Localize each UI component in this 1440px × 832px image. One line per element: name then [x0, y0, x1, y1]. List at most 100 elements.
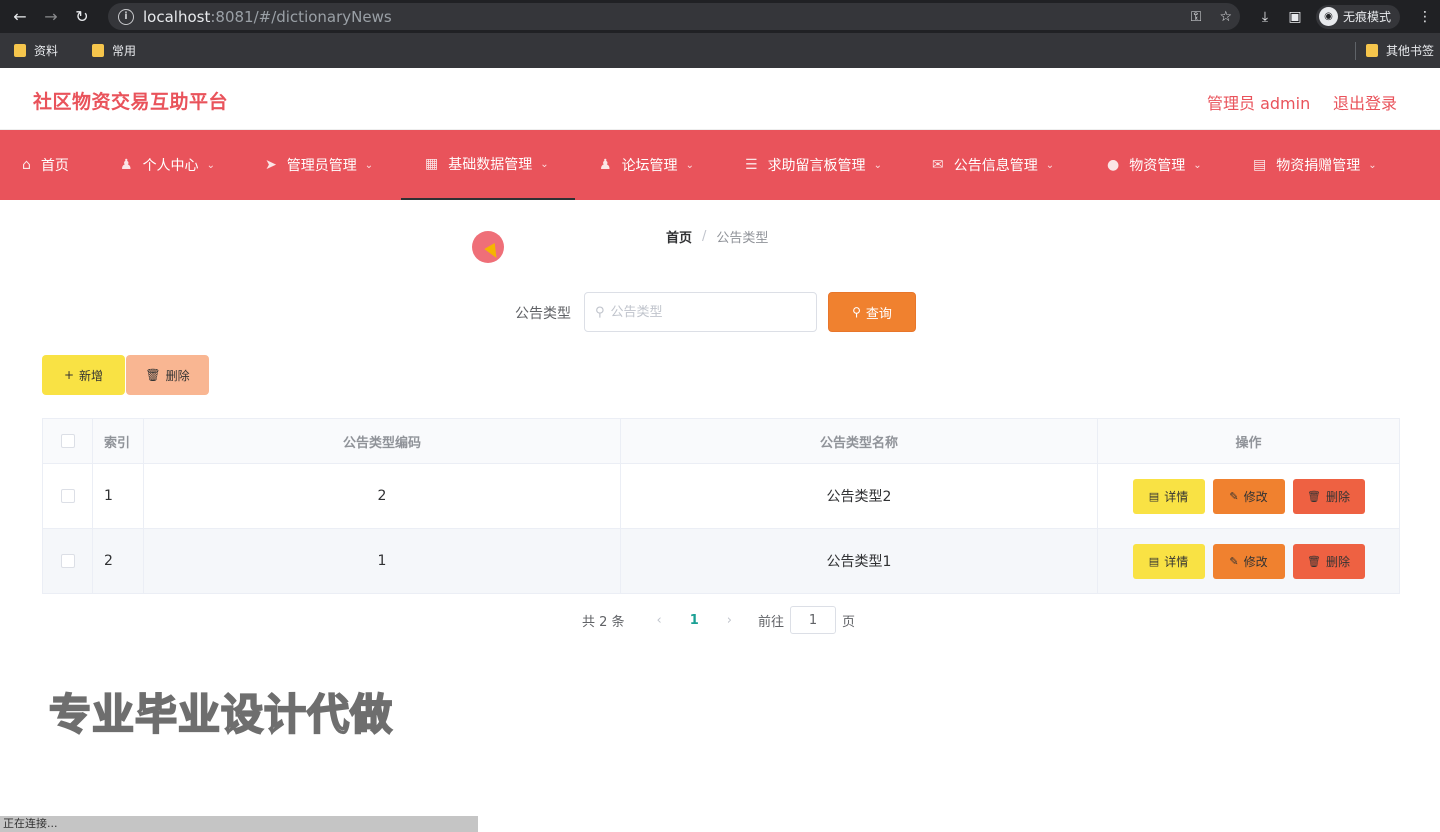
page-number-current[interactable]: 1 [690, 613, 699, 628]
trash-icon: 🗑 [145, 368, 161, 382]
menu-item-personal-center[interactable]: ♟ 个人中心 ⌄ [120, 130, 215, 200]
chevron-down-icon: ⌄ [206, 159, 215, 171]
detail-button[interactable]: ▤ 详情 [1132, 543, 1205, 579]
home-icon: ⌂ [22, 157, 31, 173]
bookmark-folder-other[interactable]: 其他书签 [1365, 42, 1434, 59]
table-row: 1 2 公告类型2 ▤ 详情 ✎ 修改 🗑 删除 [43, 464, 1399, 529]
search-input-wrapper[interactable]: ⚲ [584, 292, 817, 332]
search-icon: ⚲ [595, 304, 605, 320]
table-row: 2 1 公告类型1 ▤ 详情 ✎ 修改 🗑 删除 [43, 529, 1399, 593]
incognito-icon: ◉ [1318, 7, 1338, 26]
download-icon[interactable]: ⤓ [1250, 9, 1280, 25]
folder-icon: ✉ [932, 157, 944, 173]
key-icon[interactable]: ⚿ [1191, 9, 1202, 25]
header-code: 公告类型编码 [144, 419, 621, 463]
bookmark-folder-changyong[interactable]: 常用 [92, 42, 136, 59]
plus-icon: + [63, 368, 75, 382]
trash-icon: 🗑 [1307, 489, 1321, 503]
breadcrumb-home[interactable]: 首页 [666, 227, 692, 246]
menu-item-forum[interactable]: ♟ 论坛管理 ⌄ [599, 130, 694, 200]
location-icon: ● [1107, 157, 1120, 173]
list-icon: ☰ [745, 157, 758, 173]
chevron-right-icon[interactable]: › [727, 613, 732, 628]
breadcrumb-current: 公告类型 [716, 231, 769, 246]
chevron-down-icon: ⌄ [1045, 159, 1055, 171]
image-icon: ▤ [1253, 157, 1267, 173]
cell-code: 1 [144, 529, 621, 593]
browser-status-bar: 正在连接... [0, 816, 478, 832]
add-button[interactable]: + 新增 [42, 355, 125, 395]
batch-delete-button[interactable]: 🗑 删除 [126, 355, 209, 395]
chevron-down-icon: ⌄ [540, 158, 549, 170]
menu-item-home[interactable]: ⌂ 首页 [22, 130, 69, 200]
site-info-icon[interactable]: i [118, 8, 134, 25]
row-checkbox[interactable] [60, 489, 75, 503]
edit-button[interactable]: ✎ 修改 [1212, 478, 1285, 514]
user-icon: ♟ [120, 157, 133, 173]
document-icon: ▤ [1148, 554, 1160, 568]
chevron-down-icon: ⌄ [873, 159, 882, 171]
breadcrumb-separator: / [702, 229, 707, 244]
logout-link[interactable]: 退出登录 [1333, 90, 1397, 114]
edit-button[interactable]: ✎ 修改 [1212, 543, 1285, 579]
folder-icon [14, 44, 26, 57]
bookmark-folder-ziliao[interactable]: 资料 [14, 42, 58, 59]
page-suffix-label: 页 [842, 614, 856, 630]
detail-button[interactable]: ▤ 详情 [1132, 478, 1205, 514]
delete-button[interactable]: 🗑 删除 [1292, 543, 1365, 579]
trash-icon: 🗑 [1307, 554, 1321, 568]
cell-index: 2 [93, 529, 144, 593]
header-operations: 操作 [1235, 435, 1262, 451]
app-header: 社区物资交易互助平台 管理员 admin 退出登录 [0, 68, 1440, 130]
main-nav-menu: ⌂ 首页 ♟ 个人中心 ⌄ ➤ 管理员管理 ⌄ ▦ 基础数据管理 ⌄ ♟ 论坛管… [0, 130, 1440, 200]
menu-item-help-board[interactable]: ☰ 求助留言板管理 ⌄ [745, 130, 882, 200]
bookmarks-bar: 资料 常用 其他书签 [0, 33, 1440, 68]
back-arrow-icon[interactable]: ← [9, 6, 31, 28]
send-icon: ➤ [265, 157, 277, 173]
menu-item-donation[interactable]: ▤ 物资捐赠管理 ⌄ [1253, 130, 1377, 200]
cell-index: 1 [93, 464, 144, 528]
chevron-down-icon: ⌄ [1368, 159, 1377, 171]
table-header-row: 索引 公告类型编码 公告类型名称 操作 [43, 419, 1399, 464]
query-button[interactable]: ⚲ 查询 [828, 292, 916, 332]
watermark-text: 专业毕业设计代做 [48, 689, 394, 740]
app-title: 社区物资交易互助平台 [33, 91, 229, 113]
user-icon: ♟ [599, 157, 612, 173]
menu-item-notice[interactable]: ✉ 公告信息管理 ⌄ [932, 130, 1054, 200]
menu-item-admin-management[interactable]: ➤ 管理员管理 ⌄ [265, 130, 373, 200]
search-label: 公告类型 [515, 306, 571, 322]
address-bar[interactable]: i localhost:8081/#/dictionaryNews ⚿ ☆ [108, 3, 1240, 30]
menu-item-goods[interactable]: ● 物资管理 ⌄ [1107, 130, 1202, 200]
edit-icon: ✎ [1229, 554, 1239, 568]
search-input[interactable] [610, 304, 801, 320]
browser-toolbar: ← → ↻ i localhost:8081/#/dictionaryNews … [0, 0, 1440, 33]
grid-icon: ▦ [425, 156, 439, 172]
url-text[interactable]: localhost:8081/#/dictionaryNews [143, 8, 392, 26]
reload-icon[interactable]: ↻ [71, 6, 93, 28]
chevron-down-icon: ⌄ [1193, 159, 1202, 171]
cell-name: 公告类型2 [621, 464, 1098, 528]
chevron-down-icon: ⌄ [364, 159, 374, 171]
header-name: 公告类型名称 [621, 419, 1098, 463]
pagination: 共 2 条 ‹ 1 › 前往 1 页 [582, 606, 855, 634]
edit-icon: ✎ [1229, 489, 1239, 503]
sidepanel-icon[interactable]: ▣ [1280, 9, 1310, 25]
search-icon: ⚲ [852, 305, 861, 319]
cell-code: 2 [144, 464, 621, 528]
incognito-badge[interactable]: ◉ 无痕模式 [1315, 4, 1400, 29]
pagination-total: 共 2 条 [582, 614, 625, 630]
cell-name: 公告类型1 [621, 529, 1098, 593]
menu-dots-icon[interactable]: ⋮ [1410, 9, 1440, 25]
folder-icon [92, 44, 105, 57]
chevron-left-icon[interactable]: ‹ [657, 613, 662, 628]
row-checkbox[interactable] [60, 554, 75, 568]
goto-label: 前往 [758, 614, 785, 630]
delete-button[interactable]: 🗑 删除 [1292, 478, 1365, 514]
select-all-checkbox[interactable] [60, 434, 75, 448]
admin-user-label: 管理员 admin [1207, 94, 1311, 113]
breadcrumb: 首页 / 公告类型 [666, 227, 768, 246]
menu-item-basic-data[interactable]: ▦ 基础数据管理 ⌄ [401, 130, 575, 200]
forward-arrow-icon[interactable]: → [40, 6, 62, 28]
star-icon[interactable]: ☆ [1219, 9, 1232, 25]
goto-page-input[interactable]: 1 [790, 606, 837, 634]
